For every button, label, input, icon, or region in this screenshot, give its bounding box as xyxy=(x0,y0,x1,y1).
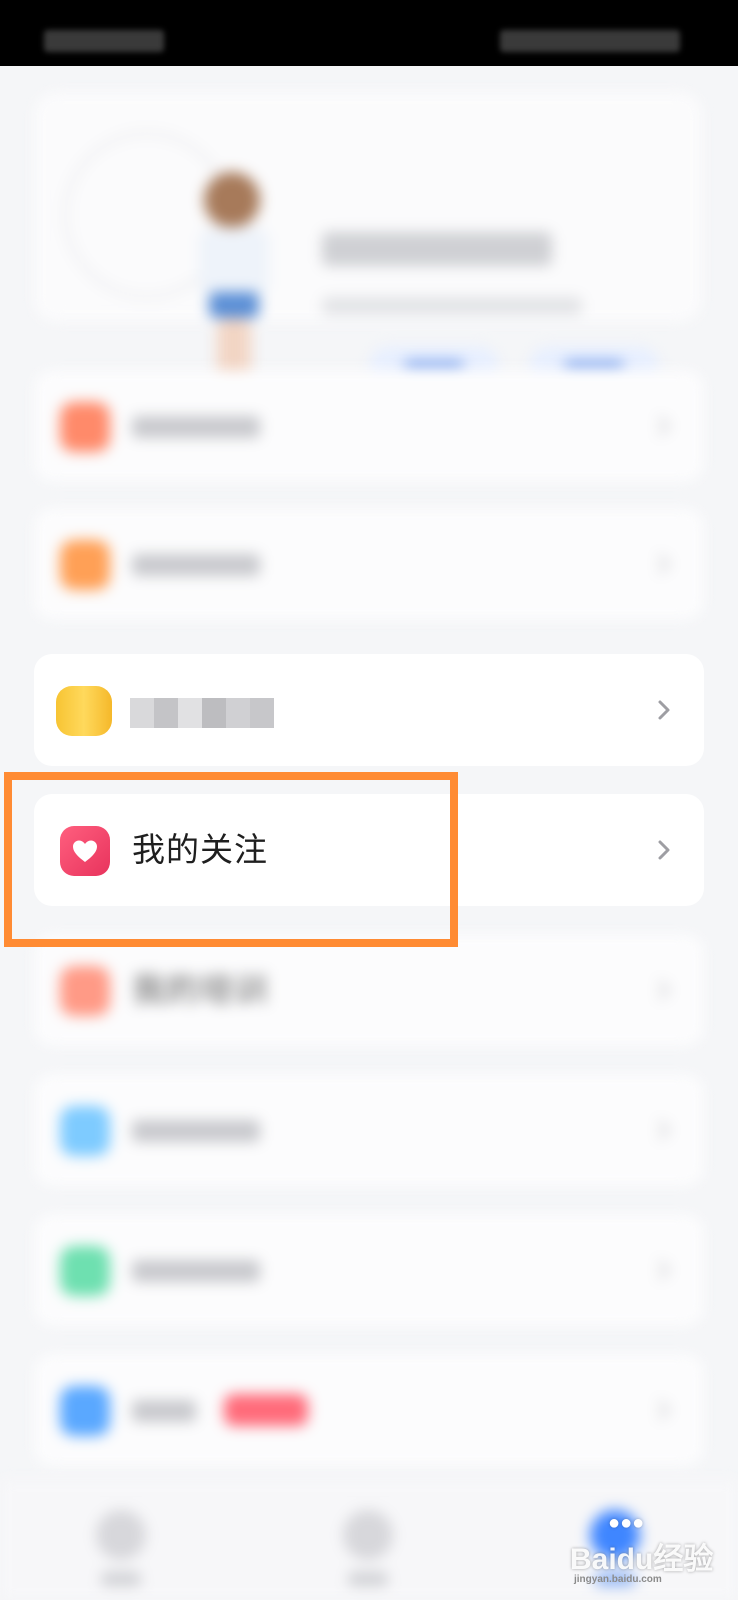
menu-item-6-label xyxy=(132,1120,260,1142)
chevron-right-icon xyxy=(654,1396,674,1424)
menu-item-8-icon xyxy=(60,1386,110,1436)
menu-item-1-label xyxy=(132,416,260,438)
profile-subtitle xyxy=(322,297,582,315)
menu-item-6[interactable] xyxy=(34,1074,704,1186)
chevron-right-icon xyxy=(654,1116,674,1144)
status-bar-left-info xyxy=(44,30,164,52)
profile-name xyxy=(322,232,552,266)
menu-item-7-icon xyxy=(60,1246,110,1296)
coin-icon xyxy=(56,686,112,736)
menu-item-3-label-redacted xyxy=(130,698,274,728)
menu-item-2-label xyxy=(132,554,260,576)
status-bar-right-info xyxy=(500,30,680,52)
watermark-url: jingyan.baidu.com xyxy=(574,1574,662,1585)
menu-item-1[interactable] xyxy=(34,370,704,482)
paw-icon: ●●● xyxy=(608,1512,645,1534)
menu-item-6-icon xyxy=(60,1106,110,1156)
profile-card[interactable] xyxy=(34,92,702,388)
chevron-right-icon xyxy=(654,1256,674,1284)
watermark-text: Baidu经验 xyxy=(570,1543,714,1576)
chevron-right-icon xyxy=(654,412,674,440)
chevron-right-icon xyxy=(654,836,674,864)
chevron-right-icon xyxy=(654,696,674,724)
menu-item-7-label xyxy=(132,1260,260,1282)
menu-item-my-training[interactable]: 我的培训 xyxy=(34,934,704,1046)
heart-icon xyxy=(60,826,110,876)
chevron-right-icon xyxy=(654,976,674,1004)
new-badge xyxy=(224,1394,308,1426)
chevron-right-icon xyxy=(654,550,674,578)
menu-item-8-label xyxy=(132,1400,196,1422)
menu-item-2[interactable] xyxy=(34,508,704,620)
menu-item-my-training-label: 我的培训 xyxy=(132,971,268,1008)
menu-item-2-icon xyxy=(60,540,110,590)
menu-item-my-follows-label: 我的关注 xyxy=(132,831,268,868)
menu-item-7[interactable] xyxy=(34,1214,704,1326)
menu-item-1-icon xyxy=(60,402,110,452)
baidu-jingyan-watermark: ●●● Baidu经验 jingyan.baidu.com xyxy=(570,1512,730,1592)
menu-item-my-follows[interactable]: 我的关注 xyxy=(34,794,704,906)
training-icon xyxy=(60,966,110,1016)
menu-item-3[interactable] xyxy=(34,654,704,766)
status-bar xyxy=(0,0,738,66)
menu-item-8[interactable] xyxy=(34,1354,704,1466)
